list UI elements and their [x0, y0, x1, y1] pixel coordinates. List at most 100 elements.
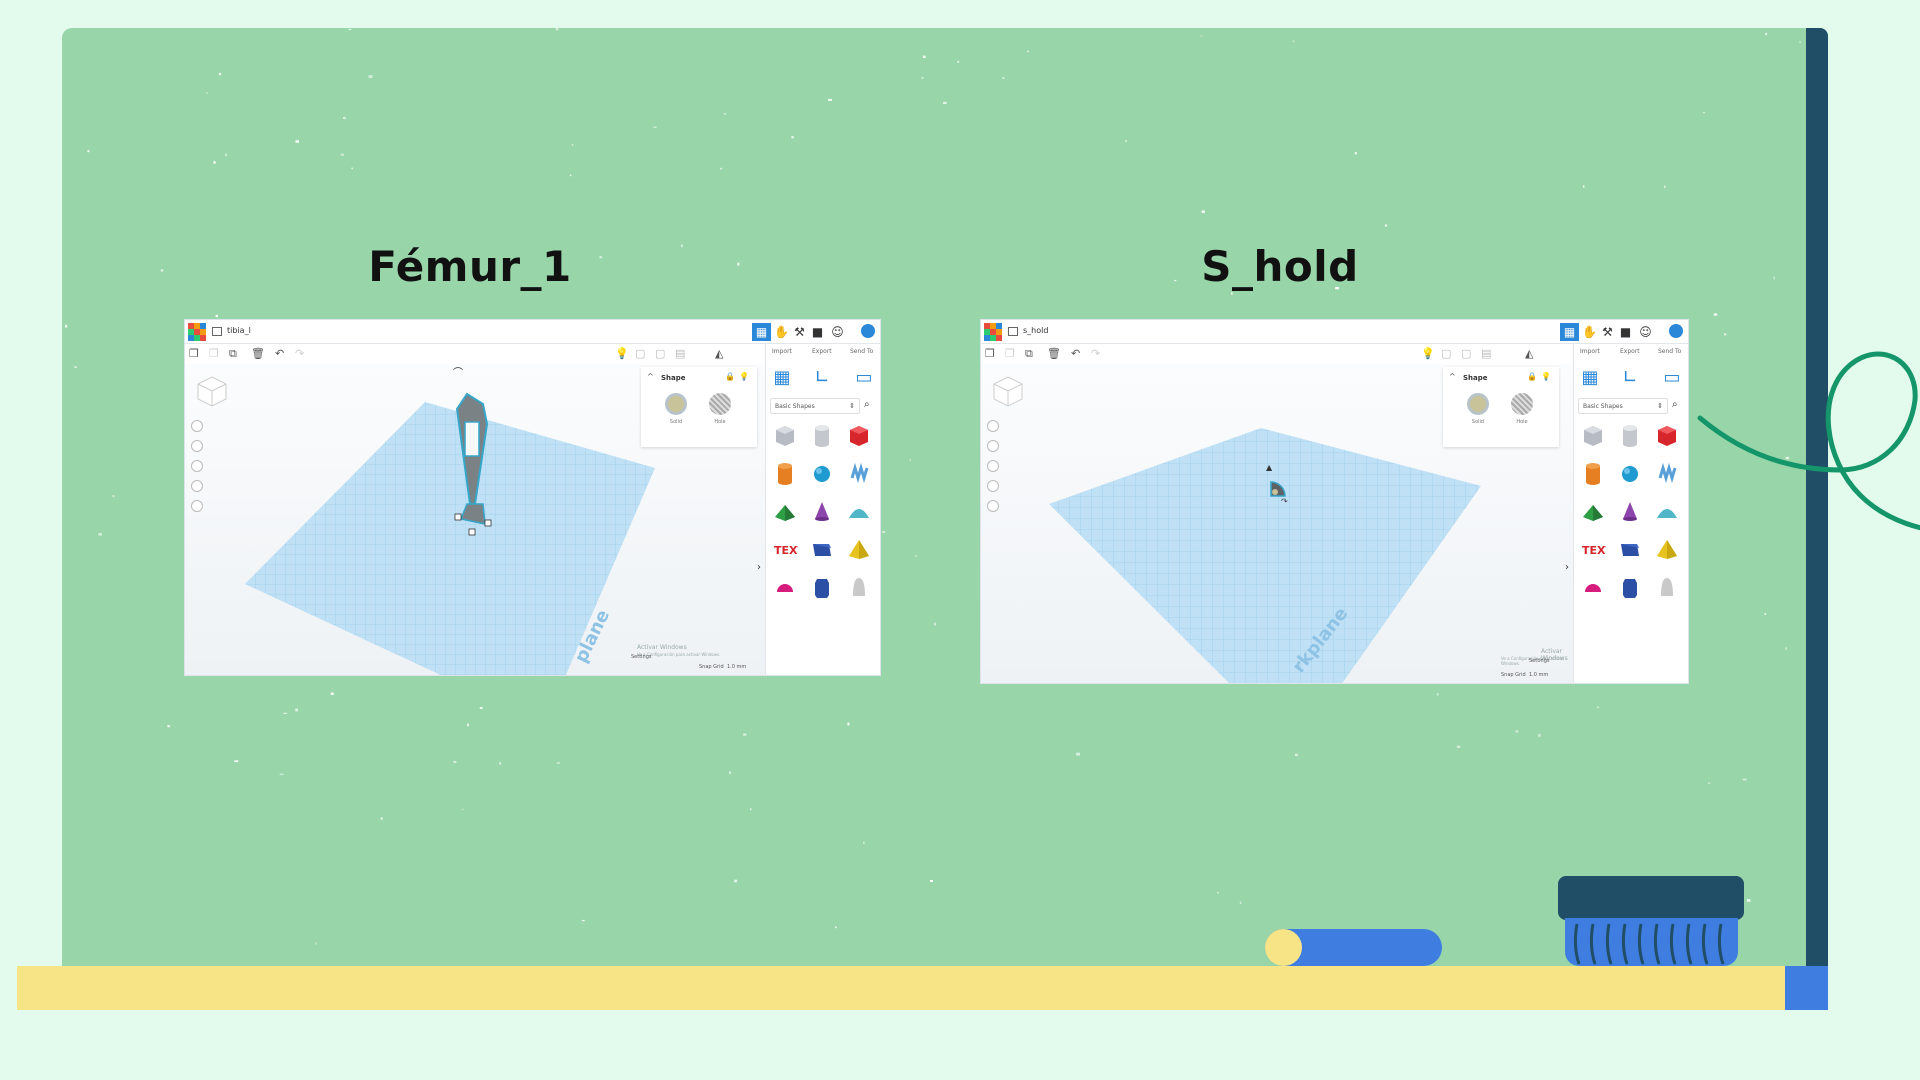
grid-icon[interactable]: ▦ — [1560, 323, 1579, 341]
box-shape-icon[interactable] — [1654, 422, 1680, 448]
group-icon[interactable]: ▢ — [635, 348, 645, 360]
copy-icon[interactable]: ❐ — [189, 348, 199, 360]
cone-shape-icon[interactable] — [1617, 498, 1643, 524]
cylinder-striped-shape-icon[interactable] — [809, 422, 835, 448]
half-sphere-shape-icon[interactable] — [772, 574, 798, 600]
settings-link[interactable]: Settings — [1529, 658, 1550, 664]
text-shape-icon[interactable]: TEXT — [772, 536, 805, 562]
round-roof-shape-icon[interactable] — [1654, 498, 1680, 524]
avatar[interactable] — [1667, 322, 1685, 340]
duplicate-icon[interactable]: ⧉ — [1025, 348, 1033, 360]
duplicate-icon[interactable]: ⧉ — [229, 348, 237, 360]
export-button[interactable]: Export — [1620, 348, 1640, 355]
solid-swatch[interactable] — [1467, 393, 1489, 415]
search-icon[interactable]: ⌕ — [864, 399, 870, 410]
suitcase-icon[interactable]: ■ — [1616, 323, 1635, 341]
sphere-shape-icon[interactable] — [809, 460, 835, 486]
delete-icon[interactable]: 🗑 — [1047, 348, 1061, 360]
panel-collapse-icon[interactable]: › — [757, 562, 761, 573]
align-icon[interactable]: ▤ — [1481, 348, 1491, 360]
chevron-up-icon[interactable]: ^ — [647, 372, 654, 381]
search-icon[interactable]: ⌕ — [1672, 399, 1678, 410]
paraboloid-shape-icon[interactable] — [1654, 574, 1680, 600]
panel-collapse-icon[interactable]: › — [1565, 562, 1569, 573]
hole-swatch[interactable] — [1511, 393, 1533, 415]
project-menu-icon[interactable] — [212, 327, 222, 336]
lock-icon[interactable]: 🔒 — [725, 372, 735, 381]
polygon-shape-icon[interactable] — [1617, 574, 1643, 600]
paraboloid-shape-icon[interactable] — [846, 574, 872, 600]
cylinder-shape-icon[interactable] — [772, 460, 798, 486]
project-menu-icon[interactable] — [1008, 327, 1018, 336]
paste-icon[interactable]: ❐ — [1005, 348, 1015, 360]
chevron-up-icon[interactable]: ^ — [1449, 372, 1456, 381]
roof-shape-icon[interactable] — [1580, 498, 1606, 524]
hammer-icon[interactable]: ⚒ — [790, 323, 809, 341]
user-add-icon[interactable]: ☺ — [828, 323, 847, 341]
half-sphere-shape-icon[interactable] — [1580, 574, 1606, 600]
ungroup-icon[interactable]: ▢ — [655, 348, 665, 360]
pyramid-shape-icon[interactable] — [846, 536, 872, 562]
sphere-shape-icon[interactable] — [1617, 460, 1643, 486]
export-button[interactable]: Export — [812, 348, 832, 355]
import-button[interactable]: Import — [1580, 348, 1600, 355]
notes-icon[interactable]: ▭ — [852, 366, 876, 390]
send-to-button[interactable]: Send To — [1658, 348, 1681, 355]
hole-swatch[interactable] — [709, 393, 731, 415]
tinkercad-logo[interactable] — [984, 323, 1002, 341]
snap-grid-value[interactable]: 1.0 mm — [1529, 672, 1548, 678]
solid-swatch[interactable] — [665, 393, 687, 415]
undo-icon[interactable]: ↶ — [275, 348, 284, 360]
hammer-icon[interactable]: ⚒ — [1598, 323, 1617, 341]
pyramid-shape-icon[interactable] — [1654, 536, 1680, 562]
box-striped-shape-icon[interactable] — [1580, 422, 1606, 448]
box-striped-shape-icon[interactable] — [772, 422, 798, 448]
settings-link[interactable]: Settings — [631, 654, 652, 660]
cylinder-shape-icon[interactable] — [1580, 460, 1606, 486]
shape-category-select[interactable]: Basic Shapes ⇕ — [1578, 398, 1668, 414]
delete-icon[interactable]: 🗑 — [251, 348, 265, 360]
import-button[interactable]: Import — [772, 348, 792, 355]
lock-icon[interactable]: 🔒 — [1527, 372, 1537, 381]
paste-icon[interactable]: ❐ — [209, 348, 219, 360]
roof-shape-icon[interactable] — [772, 498, 798, 524]
wedge-shape-icon[interactable] — [809, 536, 835, 562]
scribble-shape-icon[interactable] — [846, 460, 872, 486]
ungroup-icon[interactable]: ▢ — [1461, 348, 1471, 360]
scribble-shape-icon[interactable] — [1654, 460, 1680, 486]
project-name[interactable]: s_hold — [1023, 326, 1048, 335]
project-name[interactable]: tibia_l — [227, 326, 251, 335]
tinkercad-logo[interactable] — [188, 323, 206, 341]
cone-shape-icon[interactable] — [809, 498, 835, 524]
light-icon[interactable]: 💡 — [615, 348, 629, 360]
user-add-icon[interactable]: ☺ — [1636, 323, 1655, 341]
snap-grid-value[interactable]: 1.0 mm — [727, 664, 746, 670]
polygon-shape-icon[interactable] — [809, 574, 835, 600]
workplane-icon[interactable]: ▦ — [770, 366, 794, 390]
align-icon[interactable]: ▤ — [675, 348, 685, 360]
grid-icon[interactable]: ▦ — [752, 323, 771, 341]
notes-icon[interactable]: ▭ — [1660, 366, 1684, 390]
hand-icon[interactable]: ✋ — [772, 323, 791, 341]
visibility-icon[interactable]: 💡 — [739, 372, 749, 381]
round-roof-shape-icon[interactable] — [846, 498, 872, 524]
workplane-icon[interactable]: ▦ — [1578, 366, 1602, 390]
ruler-icon[interactable]: ∟ — [810, 366, 834, 390]
box-shape-icon[interactable] — [846, 422, 872, 448]
avatar[interactable] — [859, 322, 877, 340]
redo-icon[interactable]: ↷ — [1091, 348, 1100, 360]
mirror-icon[interactable]: ◭ — [1525, 348, 1533, 360]
ruler-icon[interactable]: ∟ — [1618, 366, 1642, 390]
light-icon[interactable]: 💡 — [1421, 348, 1435, 360]
redo-icon[interactable]: ↷ — [295, 348, 304, 360]
wedge-shape-icon[interactable] — [1617, 536, 1643, 562]
send-to-button[interactable]: Send To — [850, 348, 873, 355]
shape-category-select[interactable]: Basic Shapes ⇕ — [770, 398, 860, 414]
copy-icon[interactable]: ❐ — [985, 348, 995, 360]
undo-icon[interactable]: ↶ — [1071, 348, 1080, 360]
cylinder-striped-shape-icon[interactable] — [1617, 422, 1643, 448]
group-icon[interactable]: ▢ — [1441, 348, 1451, 360]
hand-icon[interactable]: ✋ — [1580, 323, 1599, 341]
mirror-icon[interactable]: ◭ — [715, 348, 723, 360]
visibility-icon[interactable]: 💡 — [1541, 372, 1551, 381]
